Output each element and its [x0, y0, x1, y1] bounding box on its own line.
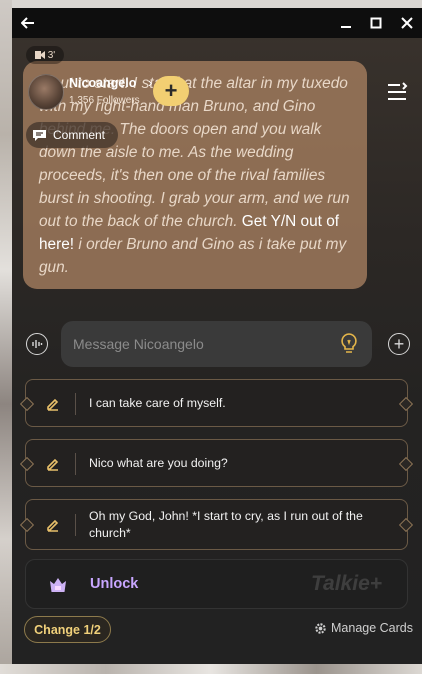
- suggestion-card[interactable]: Nico what are you doing?: [19, 439, 414, 487]
- narration-text-2: i order Bruno and Gino as i take put my …: [39, 236, 347, 276]
- manage-cards-label: Manage Cards: [331, 621, 413, 635]
- sound-wave-icon: [32, 340, 43, 348]
- comment-button[interactable]: Comment: [26, 122, 118, 148]
- arrow-left-icon: [21, 17, 34, 29]
- plus-icon: +: [393, 333, 405, 354]
- maximize-icon: [370, 17, 382, 29]
- crown-icon: [50, 578, 66, 592]
- chevron-right-icon: ›: [148, 75, 153, 90]
- suggestion-text: Nico what are you doing?: [89, 456, 228, 470]
- change-label: Change 1/2: [34, 622, 101, 637]
- title-bar: [12, 8, 422, 38]
- pencil-icon[interactable]: [46, 397, 60, 411]
- divider: [75, 393, 76, 415]
- suggestion-text: I can take care of myself.: [89, 396, 226, 410]
- suggestion-card[interactable]: Oh my God, John! *I start to cry, as I r…: [19, 499, 414, 550]
- minimize-button[interactable]: [334, 8, 358, 38]
- close-icon: [401, 17, 413, 29]
- talkie-watermark: Talkie+: [311, 572, 383, 595]
- minimize-icon: [341, 26, 351, 28]
- card-edge-right: [398, 396, 414, 412]
- suggestion-text: Oh my God, John! *I start to cry, as I r…: [89, 509, 363, 540]
- close-button[interactable]: [395, 8, 419, 38]
- gear-icon: [315, 622, 326, 634]
- unlock-card[interactable]: Unlock Talkie+: [25, 559, 408, 609]
- follower-count: 1,356 Followers: [69, 95, 140, 106]
- character-name: Nicoangelo: [69, 76, 137, 90]
- card-edge-left: [19, 517, 35, 533]
- avatar[interactable]: [28, 74, 64, 110]
- add-attachment-button[interactable]: +: [388, 333, 410, 355]
- voice-button[interactable]: [26, 333, 48, 355]
- video-icon: [34, 51, 45, 59]
- chat-window: 3' ...out to start. I stand at the altar…: [12, 8, 422, 664]
- pencil-icon[interactable]: [46, 457, 60, 471]
- plus-icon: +: [164, 78, 178, 103]
- message-input[interactable]: [61, 321, 372, 367]
- background-collage-bottom: [0, 664, 422, 674]
- card-edge-left: [19, 396, 35, 412]
- pencil-icon[interactable]: [46, 518, 60, 532]
- back-button[interactable]: [16, 8, 40, 38]
- comment-icon: [33, 129, 46, 141]
- manage-cards-button[interactable]: Manage Cards: [314, 621, 413, 635]
- divider: [75, 453, 76, 475]
- maximize-button[interactable]: [364, 8, 388, 38]
- divider: [75, 514, 76, 536]
- change-suggestions-button[interactable]: Change 1/2: [24, 616, 111, 643]
- card-edge-left: [19, 456, 35, 472]
- follow-button[interactable]: +: [153, 76, 189, 106]
- lightbulb-icon[interactable]: [338, 332, 360, 354]
- background-collage-left: [0, 0, 12, 674]
- comment-label: Comment: [53, 128, 106, 142]
- card-edge-right: [398, 517, 414, 533]
- unlock-label: Unlock: [90, 576, 139, 592]
- video-badge-text: 3': [47, 49, 56, 61]
- card-edge-right: [398, 456, 414, 472]
- video-badge[interactable]: 3': [26, 46, 64, 64]
- suggestion-card[interactable]: I can take care of myself.: [19, 379, 414, 427]
- message-input-row: +: [12, 320, 422, 368]
- list-menu-icon: [388, 82, 408, 100]
- chat-menu-button[interactable]: [385, 80, 409, 104]
